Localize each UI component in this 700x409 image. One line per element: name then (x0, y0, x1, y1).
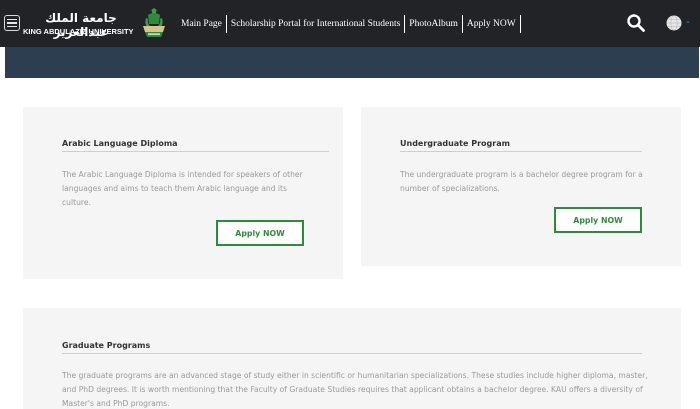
hamburger-menu-icon[interactable] (4, 15, 20, 31)
language-indicator[interactable]: - (686, 14, 690, 30)
program-title: Undergraduate Program (400, 139, 510, 148)
university-emblem-icon[interactable] (140, 6, 168, 40)
program-card-graduate: Graduate Programs The graduate programs … (23, 308, 681, 409)
program-description: The undergraduate program is a bachelor … (400, 170, 643, 193)
globe-icon[interactable] (666, 15, 682, 31)
hero-banner (5, 47, 699, 78)
apply-now-button[interactable]: Apply NOW (554, 207, 642, 233)
apply-now-button[interactable]: Apply NOW (216, 220, 304, 246)
nav-scholarship-portal[interactable]: Scholarship Portal for International Stu… (227, 15, 406, 33)
main-navigation: Main Page Scholarship Portal for Interna… (177, 15, 521, 33)
search-icon[interactable] (626, 13, 646, 33)
program-card-undergraduate: Undergraduate Program The undergraduate … (361, 107, 681, 266)
title-divider (62, 151, 329, 152)
program-description: The Arabic Language Diploma is intended … (62, 170, 303, 207)
program-title: Graduate Programs (62, 341, 151, 350)
program-title: Arabic Language Diploma (62, 139, 178, 148)
title-divider (62, 353, 642, 354)
top-navigation-bar: جامعة الملك عبدالعزيز KING ABDULAZIZ UNI… (0, 0, 700, 47)
university-name-english[interactable]: KING ABDULAZIZ UNIVERSITY (23, 27, 139, 36)
program-card-arabic-diploma: Arabic Language Diploma The Arabic Langu… (23, 107, 343, 279)
nav-photo-album[interactable]: PhotoAlbum (405, 15, 463, 33)
nav-main-page[interactable]: Main Page (177, 15, 227, 33)
nav-apply-now[interactable]: Apply NOW (463, 15, 521, 33)
program-description: The graduate programs are an advanced st… (62, 371, 648, 408)
title-divider (400, 151, 642, 152)
